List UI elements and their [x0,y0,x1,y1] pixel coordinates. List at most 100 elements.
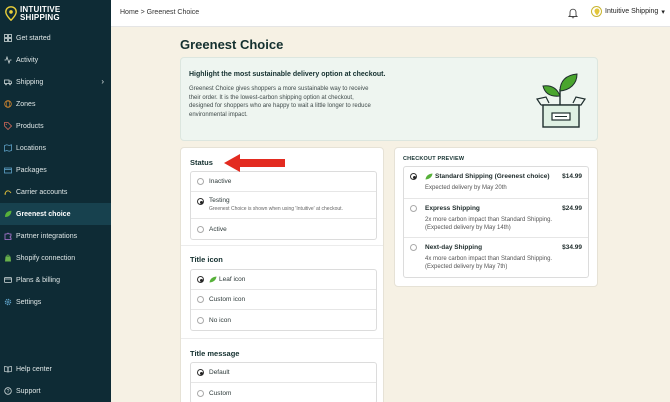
sidebar-item-partner-integrations[interactable]: Partner integrations [0,225,111,247]
option-label: Default [209,369,230,376]
title-message-option-custom[interactable]: Custom [191,383,376,402]
sidebar-item-locations[interactable]: Locations [0,137,111,159]
sidebar-nav: Get started Activity Shipping › Zones Pr… [0,27,111,313]
sidebar-item-products[interactable]: Products [0,115,111,137]
preview-option-standard[interactable]: Standard Shipping (Greenest choice) $14.… [404,167,588,199]
sidebar-item-greenest-choice[interactable]: Greenest choice [0,203,111,225]
sidebar-item-label: Partner integrations [16,232,78,240]
preview-shipping-options: Standard Shipping (Greenest choice) $14.… [403,166,589,278]
globe-icon [4,100,12,108]
radio-button[interactable] [410,205,417,212]
shipping-price: $24.99 [562,205,582,212]
account-pin-icon [591,6,602,17]
option-label: Testing [209,197,230,204]
radio-button[interactable] [197,316,204,324]
shipping-expected-delivery: (Expected delivery by May 14th) [425,225,511,231]
radio-button[interactable] [410,173,417,180]
account-menu[interactable]: Intuitive Shipping ▾ [591,6,665,17]
option-label: No icon [209,316,232,324]
title-message-option-default[interactable]: Default [191,363,376,383]
truck-icon [4,78,12,86]
radio-button[interactable] [197,369,204,376]
shipping-description: 2x more carbon impact than Standard Ship… [425,217,553,223]
annotation-arrow-icon [224,154,286,174]
question-icon: ? [4,387,12,395]
title-icon-section-title: Title icon [190,255,223,264]
radio-button[interactable] [197,178,204,185]
sidebar-item-label: Packages [16,166,47,174]
shipping-price: $14.99 [562,173,582,180]
sidebar-item-label: Activity [16,56,39,64]
title-icon-option-leaf[interactable]: Leaf icon [191,270,376,290]
grid-icon [4,34,12,42]
status-option-inactive[interactable]: Inactive [191,172,376,192]
sidebar-item-packages[interactable]: Packages [0,159,111,181]
brand-logo[interactable]: INTUITIVE SHIPPING [0,0,111,27]
radio-button[interactable] [197,296,204,303]
banner-text: Greenest Choice gives shoppers a more su… [189,86,371,118]
svg-text:?: ? [7,389,10,395]
sidebar-item-label: Help center [16,365,52,373]
radio-button[interactable] [410,244,417,251]
sidebar-item-label: Products [16,122,44,130]
shipping-expected-delivery: (Expected delivery by May 7th) [425,264,508,270]
title-icon-options: Leaf icon Custom icon No icon [190,269,377,331]
bell-icon[interactable] [567,7,579,21]
sidebar-item-label: Shopify connection [16,254,76,262]
preview-option-express[interactable]: Express Shipping $24.99 2x more carbon i… [404,199,588,238]
section-divider [181,338,383,339]
sidebar-item-activity[interactable]: Activity [0,49,111,71]
sidebar-item-label: Shipping [16,78,44,86]
status-option-active[interactable]: Active [191,219,376,239]
status-option-testing[interactable]: Testing Greenest Choice is shown when us… [191,192,376,219]
shopify-icon [4,254,12,262]
leaf-icon [425,173,433,180]
title-icon-option-custom[interactable]: Custom icon [191,290,376,310]
card-icon [4,276,12,284]
sidebar-item-plans-billing[interactable]: Plans & billing [0,269,111,291]
sidebar-item-shopify-connection[interactable]: Shopify connection [0,247,111,269]
pin-logo-icon [5,6,17,21]
package-icon [4,166,12,174]
radio-button[interactable] [197,276,204,283]
sidebar-item-carrier-accounts[interactable]: Carrier accounts [0,181,111,203]
title-icon-option-none[interactable]: No icon [191,310,376,330]
option-description: Greenest Choice is shown when using 'Int… [209,206,343,212]
shipping-description: 4x more carbon impact than Standard Ship… [425,256,553,262]
radio-button[interactable] [197,389,204,397]
sidebar-item-label: Zones [16,100,36,108]
section-divider [181,245,383,246]
activity-icon [4,56,12,64]
sidebar-item-label: Carrier accounts [16,188,68,196]
sidebar-item-shipping[interactable]: Shipping › [0,71,111,93]
sidebar: INTUITIVE SHIPPING Get started Activity … [0,0,111,402]
banner-title: Highlight the most sustainable delivery … [189,71,386,78]
page-title: Greenest Choice [180,37,284,52]
shipping-description: Expected delivery by May 20th [425,185,507,191]
leaf-icon [4,210,12,218]
book-icon [4,365,12,373]
radio-button[interactable] [197,225,204,233]
sidebar-item-help-center[interactable]: Help center [0,358,111,380]
option-label: Custom [209,389,232,397]
title-message-section-title: Title message [190,349,240,358]
sidebar-item-support[interactable]: ? Support [0,380,111,402]
shipping-name: Next-day Shipping [425,244,483,251]
sidebar-item-label: Plans & billing [16,276,60,284]
option-label: Active [209,225,227,233]
radio-button[interactable] [197,198,204,205]
tag-icon [4,122,12,130]
chevron-right-icon: › [101,77,104,86]
puzzle-icon [4,232,12,240]
sidebar-item-zones[interactable]: Zones [0,93,111,115]
option-label: Inactive [209,178,232,185]
sidebar-item-settings[interactable]: Settings [0,291,111,313]
preview-option-next-day[interactable]: Next-day Shipping $34.99 4x more carbon … [404,238,588,277]
sidebar-item-get-started[interactable]: Get started [0,27,111,49]
checkout-preview-card: CHECKOUT PREVIEW Standard Shipping (Gree… [394,147,598,287]
sidebar-item-label: Greenest choice [16,210,71,218]
map-icon [4,144,12,152]
sidebar-bottom: Help center ? Support [0,358,111,402]
breadcrumb[interactable]: Home > Greenest Choice [120,9,199,16]
info-banner: Highlight the most sustainable delivery … [180,57,598,141]
